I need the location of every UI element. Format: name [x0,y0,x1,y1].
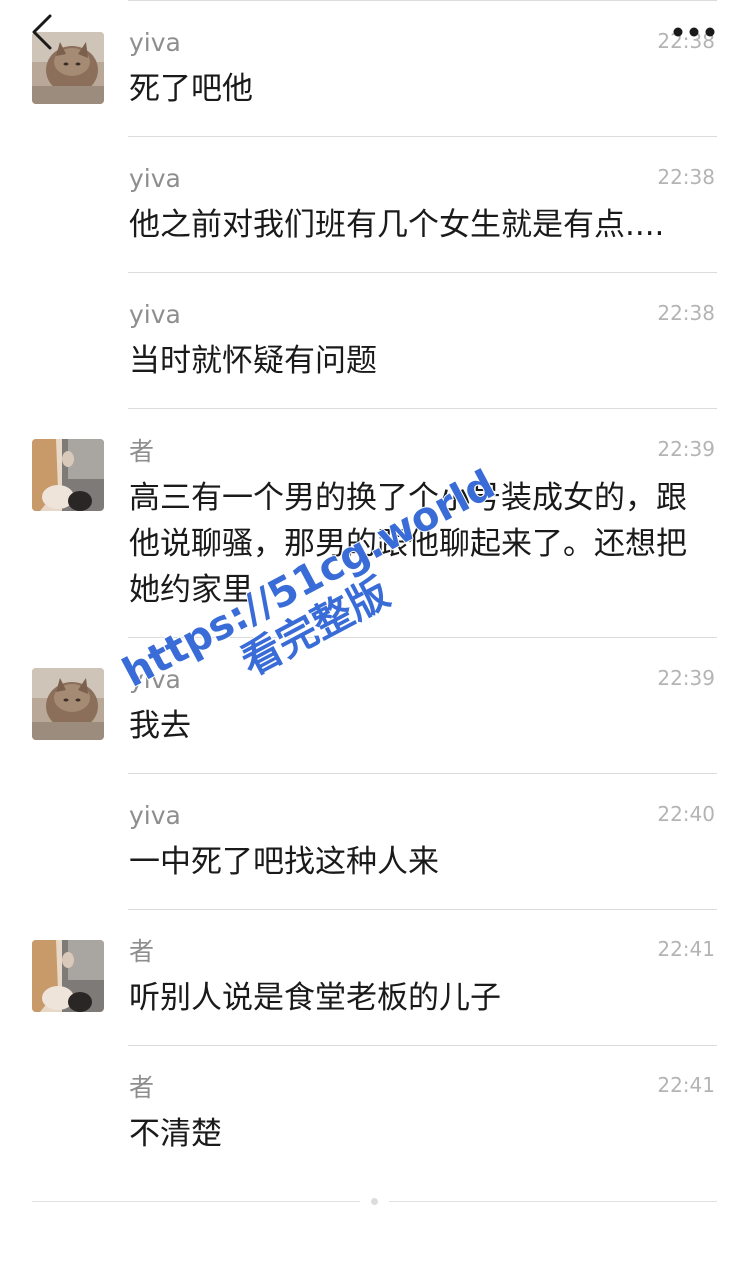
girl-avatar-icon [32,439,104,511]
message-text: 他之前对我们班有几个女生就是有点.... [129,207,665,243]
message-row[interactable]: 者 22:39 高三有一个男的换了个小号装成女的，跟他说聊骚，那男的跟他聊起来了… [0,409,749,637]
message-text: 一中死了吧找这种人来 [129,844,439,880]
message-text: 高三有一个男的换了个小号装成女的，跟他说聊骚，那男的跟他聊起来了。还想把她约家里 [129,480,687,608]
avatar[interactable] [32,940,104,1012]
end-dot [371,1198,378,1205]
message-row[interactable]: yiva 22:38 当时就怀疑有问题 [0,273,749,408]
message-time: 22:38 [657,165,715,189]
girl-avatar-icon [32,940,104,1012]
avatar[interactable] [32,439,104,511]
sender-name: 者 [129,937,155,966]
chevron-left-icon [32,14,52,50]
avatar[interactable] [32,668,104,740]
message-text: 我去 [129,708,191,744]
more-dots-icon [673,27,715,37]
message-row[interactable]: yiva 22:40 一中死了吧找这种人来 [0,774,749,909]
sender-name: yiva [129,28,181,57]
message-text: 听别人说是食堂老板的儿子 [129,980,501,1016]
back-button[interactable] [24,8,64,56]
message-row[interactable]: yiva 22:38 他之前对我们班有几个女生就是有点.... [0,137,749,272]
cat-avatar-icon [32,668,104,740]
message-row[interactable]: yiva 22:38 死了吧他 [0,0,749,136]
message-row[interactable]: 者 22:41 不清楚 [0,1046,749,1181]
message-time: 22:39 [657,666,715,690]
sender-name: 者 [129,1073,155,1102]
message-row[interactable]: 者 22:41 听别人说是食堂老板的儿子 [0,910,749,1045]
message-time: 22:41 [657,937,715,961]
end-line-left [32,1201,360,1202]
more-button[interactable] [668,20,720,44]
sender-name: yiva [129,665,181,694]
message-row[interactable]: yiva 22:39 我去 [0,638,749,773]
message-time: 22:38 [657,301,715,325]
message-text: 不清楚 [129,1116,222,1152]
sender-name: 者 [129,437,155,466]
message-time: 22:41 [657,1073,715,1097]
sender-name: yiva [129,801,181,830]
message-text: 死了吧他 [129,71,253,107]
message-text: 当时就怀疑有问题 [129,343,377,379]
sender-name: yiva [129,164,181,193]
message-time: 22:40 [657,802,715,826]
message-time: 22:39 [657,437,715,461]
sender-name: yiva [129,300,181,329]
end-line-right [389,1201,717,1202]
